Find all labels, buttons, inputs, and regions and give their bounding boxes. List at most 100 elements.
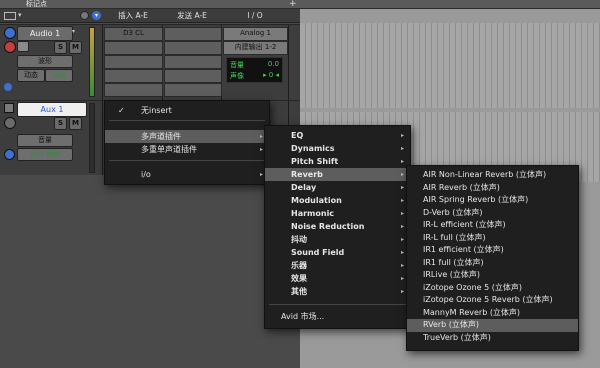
menu-separator — [269, 304, 406, 305]
menu-item-io[interactable]: i/o ▸ — [105, 168, 269, 181]
menu-item-eq[interactable]: EQ ▸ — [265, 129, 410, 142]
send-slot-c[interactable] — [164, 55, 222, 69]
add-marker-button[interactable]: + — [289, 0, 297, 9]
track-view-select[interactable]: 波形 — [17, 55, 73, 68]
insert-slot-a[interactable]: D3 CL — [104, 27, 163, 41]
menu-item-label: i/o — [141, 170, 151, 179]
menu-item-instrument[interactable]: 乐器 ▸ — [265, 259, 410, 272]
plugin-air-reverb[interactable]: AIR Reverb (立体声) — [407, 182, 578, 195]
track-menu-icon[interactable]: ▾ — [72, 28, 75, 35]
submenu-arrow-icon: ▸ — [259, 171, 263, 178]
menu-item-label: IR1 full (立体声) — [423, 257, 484, 267]
menu-item-label: Sound Field — [291, 248, 345, 257]
menu-item-label: 无insert — [141, 106, 172, 115]
view-menu-button[interactable]: ▾ — [18, 11, 22, 19]
plugin-category-menu: EQ ▸ Dynamics ▸ Pitch Shift ▸ Reverb ▸ Delay… — [264, 125, 411, 329]
solo-button[interactable]: S — [54, 41, 67, 54]
insert-slot-e[interactable] — [104, 83, 163, 97]
insert-slot-d[interactable] — [104, 69, 163, 83]
submenu-arrow-icon: ▸ — [400, 197, 404, 204]
menu-item-label: 乐器 — [291, 261, 307, 270]
insert-slot-c[interactable] — [104, 55, 163, 69]
aux-mute-button[interactable]: M — [69, 117, 82, 130]
aux1-meter — [89, 103, 95, 173]
submenu-arrow-icon: ▸ — [400, 171, 404, 178]
plugin-izotope-ozone-5[interactable]: iZotope Ozone 5 (立体声) — [407, 282, 578, 295]
menu-item-harmonic[interactable]: Harmonic ▸ — [265, 207, 410, 220]
input-monitor-button[interactable] — [17, 41, 29, 52]
submenu-arrow-icon: ▸ — [400, 210, 404, 217]
aux-automation-icon[interactable] — [4, 149, 15, 160]
playlist-icon[interactable] — [4, 83, 12, 91]
menu-item-multimono-plugin[interactable]: 多重单声道插件 ▸ — [105, 143, 269, 156]
menu-item-other[interactable]: 其他 ▸ — [265, 285, 410, 298]
aux-track-type-icon[interactable] — [4, 103, 14, 113]
record-arm-icon[interactable] — [4, 41, 16, 53]
pan-value: ▸ 0 ◂ — [263, 71, 279, 79]
menu-item-multichannel-plugin[interactable]: 多声道插件 ▸ — [105, 130, 269, 143]
menu-item-label: Harmonic — [291, 209, 335, 218]
plugin-trueverb[interactable]: TrueVerb (立体声) — [407, 332, 578, 345]
track-type-icon[interactable] — [4, 27, 16, 39]
plugin-ir1-efficient[interactable]: IR1 efficient (立体声) — [407, 244, 578, 257]
menu-item-dither[interactable]: 抖动 ▸ — [265, 233, 410, 246]
output-selector[interactable]: 内建输出 1-2 — [223, 41, 288, 55]
send-slot-a[interactable] — [164, 27, 222, 41]
plugin-d-verb[interactable]: D-Verb (立体声) — [407, 207, 578, 220]
plugin-ir-l-efficient[interactable]: IR-L efficient (立体声) — [407, 219, 578, 232]
send-slot-e[interactable] — [164, 83, 222, 97]
menu-item-dynamics[interactable]: Dynamics ▸ — [265, 142, 410, 155]
submenu-arrow-icon: ▸ — [400, 223, 404, 230]
aux-solo-button[interactable]: S — [54, 117, 67, 130]
submenu-arrow-icon: ▸ — [400, 275, 404, 282]
track-list-toggle-icon[interactable] — [4, 12, 16, 20]
mute-button[interactable]: M — [69, 41, 82, 54]
audio1-name[interactable]: Audio 1 — [17, 26, 73, 41]
menu-item-label: RVerb (立体声) — [423, 320, 480, 329]
submenu-arrow-icon: ▸ — [259, 133, 263, 140]
menu-item-label: Avid 市场... — [281, 312, 325, 321]
plugin-ir1-full[interactable]: IR1 full (立体声) — [407, 257, 578, 270]
plugin-rverb[interactable]: RVerb (立体声) — [407, 319, 578, 332]
menu-item-label: Pitch Shift — [291, 157, 339, 166]
automation-mode-select[interactable]: 读取 — [45, 69, 73, 82]
submenu-arrow-icon: ▸ — [400, 288, 404, 295]
menu-item-label: AIR Spring Reverb (立体声) — [423, 195, 529, 204]
plugin-mannym-reverb[interactable]: MannyM Reverb (立体声) — [407, 307, 578, 320]
menu-item-reverb[interactable]: Reverb ▸ — [265, 168, 410, 181]
header-dropdown-icon[interactable]: ▾ — [92, 11, 101, 20]
input-selector[interactable]: Analog 1 — [223, 27, 288, 41]
send-slot-d[interactable] — [164, 69, 222, 83]
menu-item-label: 多重单声道插件 — [141, 145, 197, 154]
aux-automation-mode-select[interactable]: 自动 读取 — [17, 148, 73, 161]
volume-pan-display[interactable]: 音量 0.0 声像 ▸ 0 ◂ — [226, 57, 283, 83]
timebase-select[interactable]: 动态 — [17, 69, 45, 82]
menu-item-label: Dynamics — [291, 144, 335, 153]
menu-item-label: 效果 — [291, 274, 307, 283]
menu-item-pitch-shift[interactable]: Pitch Shift ▸ — [265, 155, 410, 168]
menu-item-label: iZotope Ozone 5 Reverb (立体声) — [423, 295, 553, 304]
menu-item-label: D-Verb (立体声) — [423, 207, 483, 217]
menu-item-effect[interactable]: 效果 ▸ — [265, 272, 410, 285]
audio1-playlist[interactable] — [300, 23, 600, 108]
plugin-ir-l-full[interactable]: IR-L full (立体声) — [407, 232, 578, 245]
plugin-irlive[interactable]: IRLive (立体声) — [407, 269, 578, 282]
submenu-arrow-icon: ▸ — [400, 132, 404, 139]
menu-item-avid-marketplace[interactable]: Avid 市场... — [265, 310, 410, 323]
submenu-arrow-icon: ▸ — [400, 184, 404, 191]
send-slot-b[interactable] — [164, 41, 222, 55]
menu-item-sound-field[interactable]: Sound Field ▸ — [265, 246, 410, 259]
aux-track-view-select[interactable]: 音量 — [17, 134, 73, 147]
plugin-izotope-ozone-5-reverb[interactable]: iZotope Ozone 5 Reverb (立体声) — [407, 294, 578, 307]
insert-slot-b[interactable] — [104, 41, 163, 55]
aux1-name[interactable]: Aux 1 — [17, 102, 87, 117]
menu-item-noise-reduction[interactable]: Noise Reduction ▸ — [265, 220, 410, 233]
menu-item-no-insert[interactable]: ✓ 无insert — [105, 104, 269, 117]
edit-window-header: ▾ ▾ 插入 A-E 发送 A-E I / O — [0, 9, 300, 23]
aux-record-icon[interactable] — [4, 117, 16, 129]
menu-item-modulation[interactable]: Modulation ▸ — [265, 194, 410, 207]
plugin-air-spring-reverb[interactable]: AIR Spring Reverb (立体声) — [407, 194, 578, 207]
menu-item-delay[interactable]: Delay ▸ — [265, 181, 410, 194]
menu-item-label: 多声道插件 — [141, 132, 181, 141]
plugin-air-nonlinear-reverb[interactable]: AIR Non-Linear Reverb (立体声) — [407, 169, 578, 182]
